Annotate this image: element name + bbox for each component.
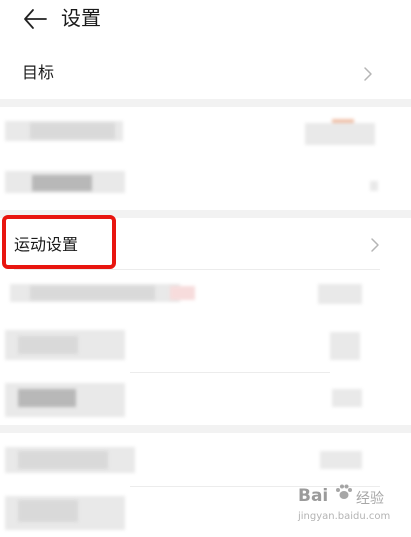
blurred-value	[320, 451, 362, 469]
blurred-row[interactable]	[0, 375, 411, 423]
blurred-text	[18, 500, 78, 522]
arrow-left-icon[interactable]	[22, 6, 48, 32]
blurred-text	[18, 389, 76, 407]
blurred-text	[18, 336, 78, 354]
section-gap	[0, 425, 411, 433]
highlight-box	[2, 215, 116, 269]
blurred-text	[32, 175, 92, 191]
blurred-row[interactable]	[0, 318, 411, 370]
chevron-right-icon	[364, 67, 372, 81]
blurred-value	[370, 181, 378, 191]
baidu-jingyan-watermark: Bai 经验 jingyan.baidu.com	[296, 480, 406, 530]
blurred-value	[330, 332, 360, 360]
blurred-row[interactable]	[0, 157, 411, 209]
blurred-text	[170, 286, 195, 300]
settings-row-target[interactable]: 目标	[0, 50, 411, 98]
row-divider	[130, 372, 330, 373]
blurred-row[interactable]	[0, 272, 411, 316]
chevron-right-icon	[371, 238, 379, 252]
blurred-text	[30, 123, 115, 139]
paw-icon	[336, 484, 352, 499]
blurred-row[interactable]	[0, 435, 411, 485]
watermark-brand: Bai	[298, 486, 329, 506]
blurred-text	[18, 451, 108, 469]
page-title: 设置	[61, 6, 101, 30]
blurred-value	[332, 389, 362, 407]
settings-row-label: 目标	[22, 63, 55, 82]
top-bar: 设置	[0, 0, 411, 40]
blurred-row[interactable]	[0, 107, 411, 155]
row-divider	[14, 269, 380, 270]
blurred-value	[305, 123, 375, 145]
watermark-url: jingyan.baidu.com	[298, 511, 391, 522]
blurred-text	[30, 286, 155, 300]
blurred-value	[318, 284, 362, 304]
watermark-text: 经验	[356, 491, 384, 507]
section-gap	[0, 99, 411, 107]
